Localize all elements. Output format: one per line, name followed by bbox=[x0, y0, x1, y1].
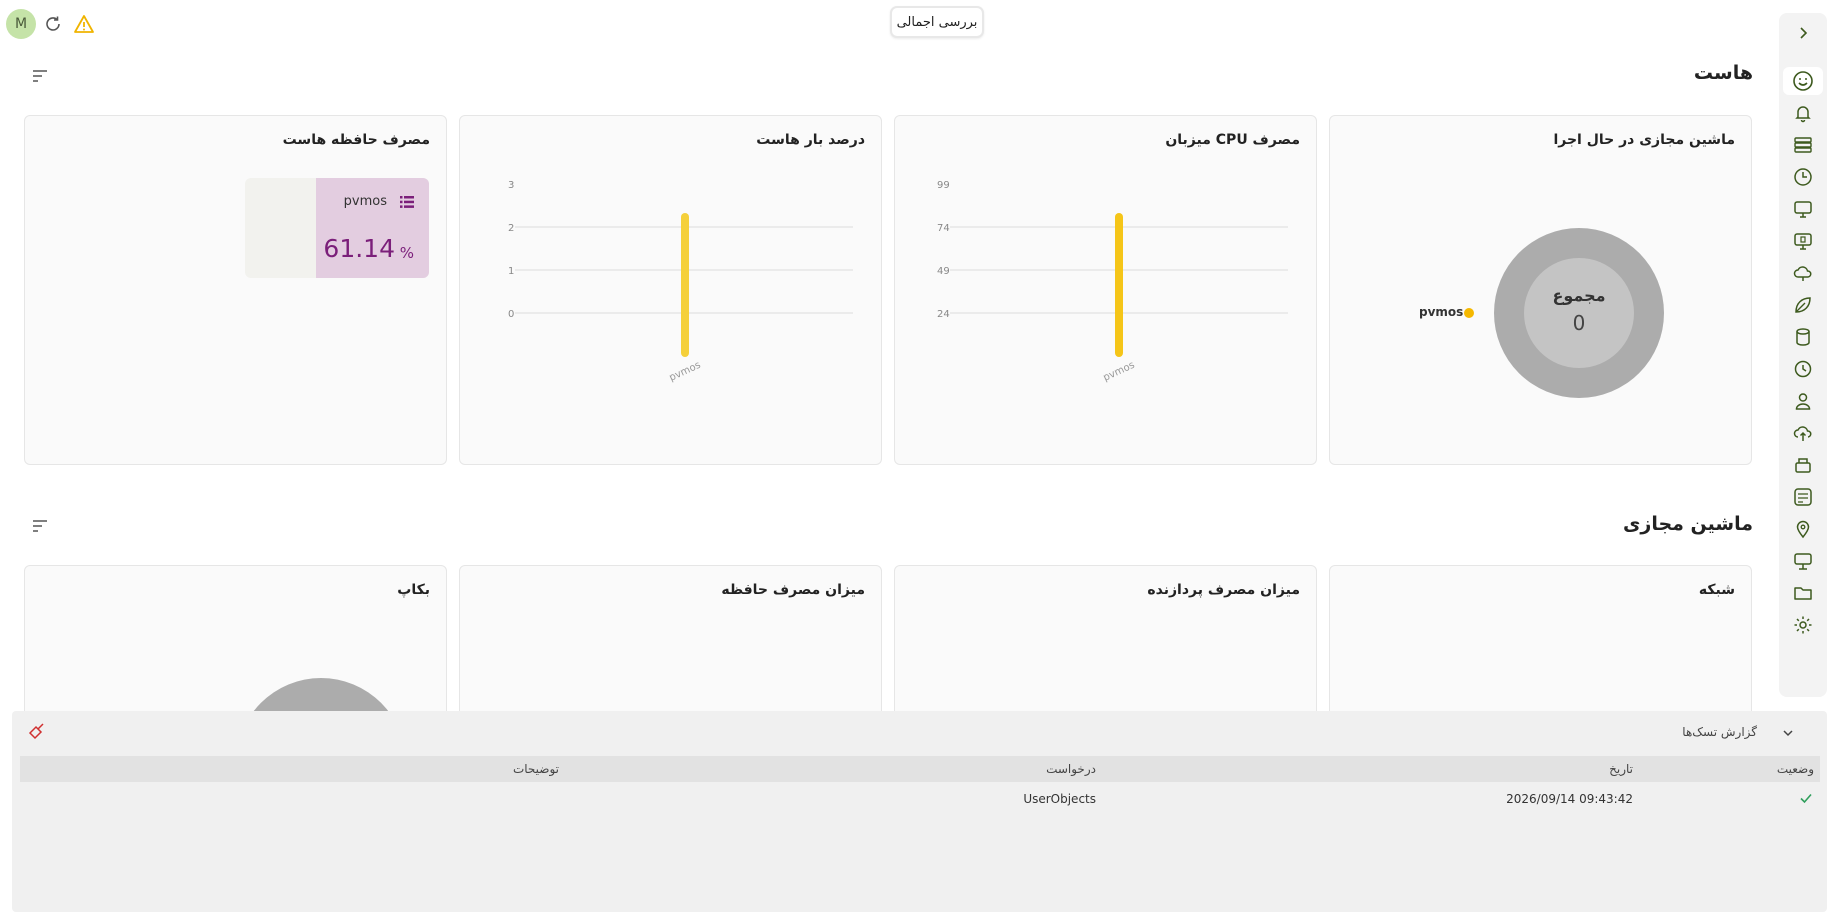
clock-chart-icon bbox=[1794, 168, 1812, 186]
y-tick: 99 bbox=[937, 180, 950, 191]
sidebar-item-vm-monitor[interactable] bbox=[1783, 227, 1823, 255]
memory-tile: pvmos % 61.14 bbox=[245, 178, 429, 278]
vm-cpu-card: میزان مصرف پردازنده bbox=[894, 565, 1317, 725]
tab-overview[interactable]: بررسی اجمالی bbox=[890, 6, 984, 38]
monitor-icon bbox=[1794, 201, 1812, 218]
card-title: میزان مصرف پردازنده bbox=[1147, 582, 1300, 598]
sidebar-item-upload[interactable] bbox=[1783, 419, 1823, 447]
chevron-down-icon bbox=[1783, 730, 1793, 737]
sidebar-item-location[interactable] bbox=[1783, 515, 1823, 543]
package-icon bbox=[1795, 458, 1811, 473]
memory-host-name: pvmos bbox=[343, 194, 387, 209]
database-icon bbox=[1796, 328, 1810, 346]
y-tick: 0 bbox=[508, 309, 514, 320]
memory-fill bbox=[316, 178, 429, 278]
monitor-settings-icon bbox=[1794, 233, 1812, 250]
column-description[interactable]: توضیحات bbox=[513, 762, 559, 776]
vm-backup-card: بکاپ bbox=[24, 565, 447, 725]
running-vms-card: ماشین مجازی در حال اجرا مجموع 0 pvmos bbox=[1329, 115, 1752, 465]
y-tick: 24 bbox=[937, 309, 950, 320]
network-icon bbox=[1794, 488, 1812, 506]
history-icon bbox=[1794, 360, 1812, 378]
y-tick: 74 bbox=[937, 223, 950, 234]
donut-center-label: مجموع bbox=[1552, 286, 1606, 305]
host-memory-card: مصرف حافظه هاست pvmos % 61.14 bbox=[24, 115, 447, 465]
sidebar-item-files[interactable] bbox=[1783, 579, 1823, 607]
sidebar-item-history[interactable] bbox=[1783, 355, 1823, 383]
broom-icon bbox=[28, 723, 44, 740]
backup-donut bbox=[245, 678, 397, 724]
legend-dot bbox=[1464, 308, 1474, 318]
warning-icon[interactable] bbox=[71, 11, 97, 37]
folder-icon bbox=[1794, 587, 1812, 600]
status-success-icon bbox=[1799, 791, 1813, 808]
user-icon bbox=[1795, 393, 1811, 410]
list-icon bbox=[400, 194, 414, 213]
column-date[interactable]: تاریخ bbox=[1609, 762, 1633, 776]
legend-label: pvmos bbox=[1419, 305, 1464, 319]
card-title: میزان مصرف حافظه bbox=[721, 582, 865, 598]
cloud-icon bbox=[1793, 266, 1812, 281]
task-panel: گزارش تسک‌ها وضعیت تاریخ درخواست توضیحات… bbox=[12, 711, 1827, 912]
y-tick: 2 bbox=[508, 223, 514, 234]
server-icon bbox=[1794, 137, 1812, 153]
gear-icon bbox=[1794, 616, 1812, 634]
vm-filter-icon[interactable] bbox=[30, 516, 50, 536]
sidebar-item-remote[interactable] bbox=[1783, 547, 1823, 575]
column-request[interactable]: درخواست bbox=[1046, 762, 1096, 776]
x-tick: pvmos bbox=[1102, 360, 1137, 384]
donut-center-value: 0 bbox=[1572, 311, 1586, 335]
host-section-title: هاست bbox=[1693, 62, 1753, 84]
clear-tasks-button[interactable] bbox=[27, 723, 47, 743]
leaf-icon bbox=[1795, 297, 1811, 313]
cpu-usage-card: مصرف CPU میزبان 99 74 49 24 pvmos bbox=[894, 115, 1317, 465]
row-request: UserObjects bbox=[1023, 792, 1096, 806]
sidebar-item-users[interactable] bbox=[1783, 387, 1823, 415]
sidebar-item-dashboard[interactable] bbox=[1783, 67, 1823, 95]
sidebar-item-packages[interactable] bbox=[1783, 451, 1823, 479]
task-panel-title[interactable]: گزارش تسک‌ها bbox=[1682, 725, 1757, 739]
bell-icon bbox=[1795, 106, 1811, 123]
y-tick: 49 bbox=[937, 266, 950, 277]
sidebar-item-storage[interactable] bbox=[1783, 323, 1823, 351]
sidebar-item-leaf[interactable] bbox=[1783, 291, 1823, 319]
smile-icon bbox=[1793, 71, 1813, 91]
y-tick: 1 bbox=[508, 266, 514, 277]
sidebar-item-notifications[interactable] bbox=[1783, 99, 1823, 127]
task-panel-toggle[interactable] bbox=[1781, 725, 1797, 741]
sidebar-item-network[interactable] bbox=[1783, 483, 1823, 511]
avatar[interactable]: M bbox=[6, 9, 36, 39]
card-title: شبکه bbox=[1698, 582, 1735, 598]
row-date: 2026/09/14 09:43:42 bbox=[1506, 792, 1633, 806]
collapse-sidebar-button[interactable] bbox=[1783, 19, 1823, 47]
host-load-card: درصد بار هاست 3 2 1 0 pvmos bbox=[459, 115, 882, 465]
sidebar-item-schedule[interactable] bbox=[1783, 163, 1823, 191]
vm-memory-card: میزان مصرف حافظه bbox=[459, 565, 882, 725]
remote-desktop-icon bbox=[1794, 553, 1812, 570]
pin-icon bbox=[1796, 520, 1810, 539]
sidebar-item-servers[interactable] bbox=[1783, 131, 1823, 159]
y-tick: 3 bbox=[508, 180, 514, 191]
host-filter-icon[interactable] bbox=[30, 66, 50, 86]
column-status[interactable]: وضعیت bbox=[1777, 762, 1814, 776]
x-tick: pvmos bbox=[668, 360, 703, 384]
sidebar bbox=[1779, 13, 1827, 697]
card-title: مصرف حافظه هاست bbox=[282, 132, 430, 148]
sidebar-item-cloud[interactable] bbox=[1783, 259, 1823, 287]
memory-value: 61.14 bbox=[323, 234, 395, 263]
sidebar-item-monitor[interactable] bbox=[1783, 195, 1823, 223]
sidebar-item-settings[interactable] bbox=[1783, 611, 1823, 639]
refresh-icon[interactable] bbox=[40, 11, 66, 37]
host-load-chart: 3 2 1 0 pvmos bbox=[508, 180, 853, 384]
cloud-upload-icon bbox=[1793, 426, 1812, 441]
memory-unit: % bbox=[399, 244, 414, 262]
cpu-usage-chart: 99 74 49 24 pvmos bbox=[937, 180, 1288, 384]
task-table-header: وضعیت تاریخ درخواست توضیحات bbox=[20, 756, 1820, 782]
vm-network-card: شبکه bbox=[1329, 565, 1752, 725]
vm-section-title: ماشین مجازی bbox=[1623, 513, 1753, 535]
